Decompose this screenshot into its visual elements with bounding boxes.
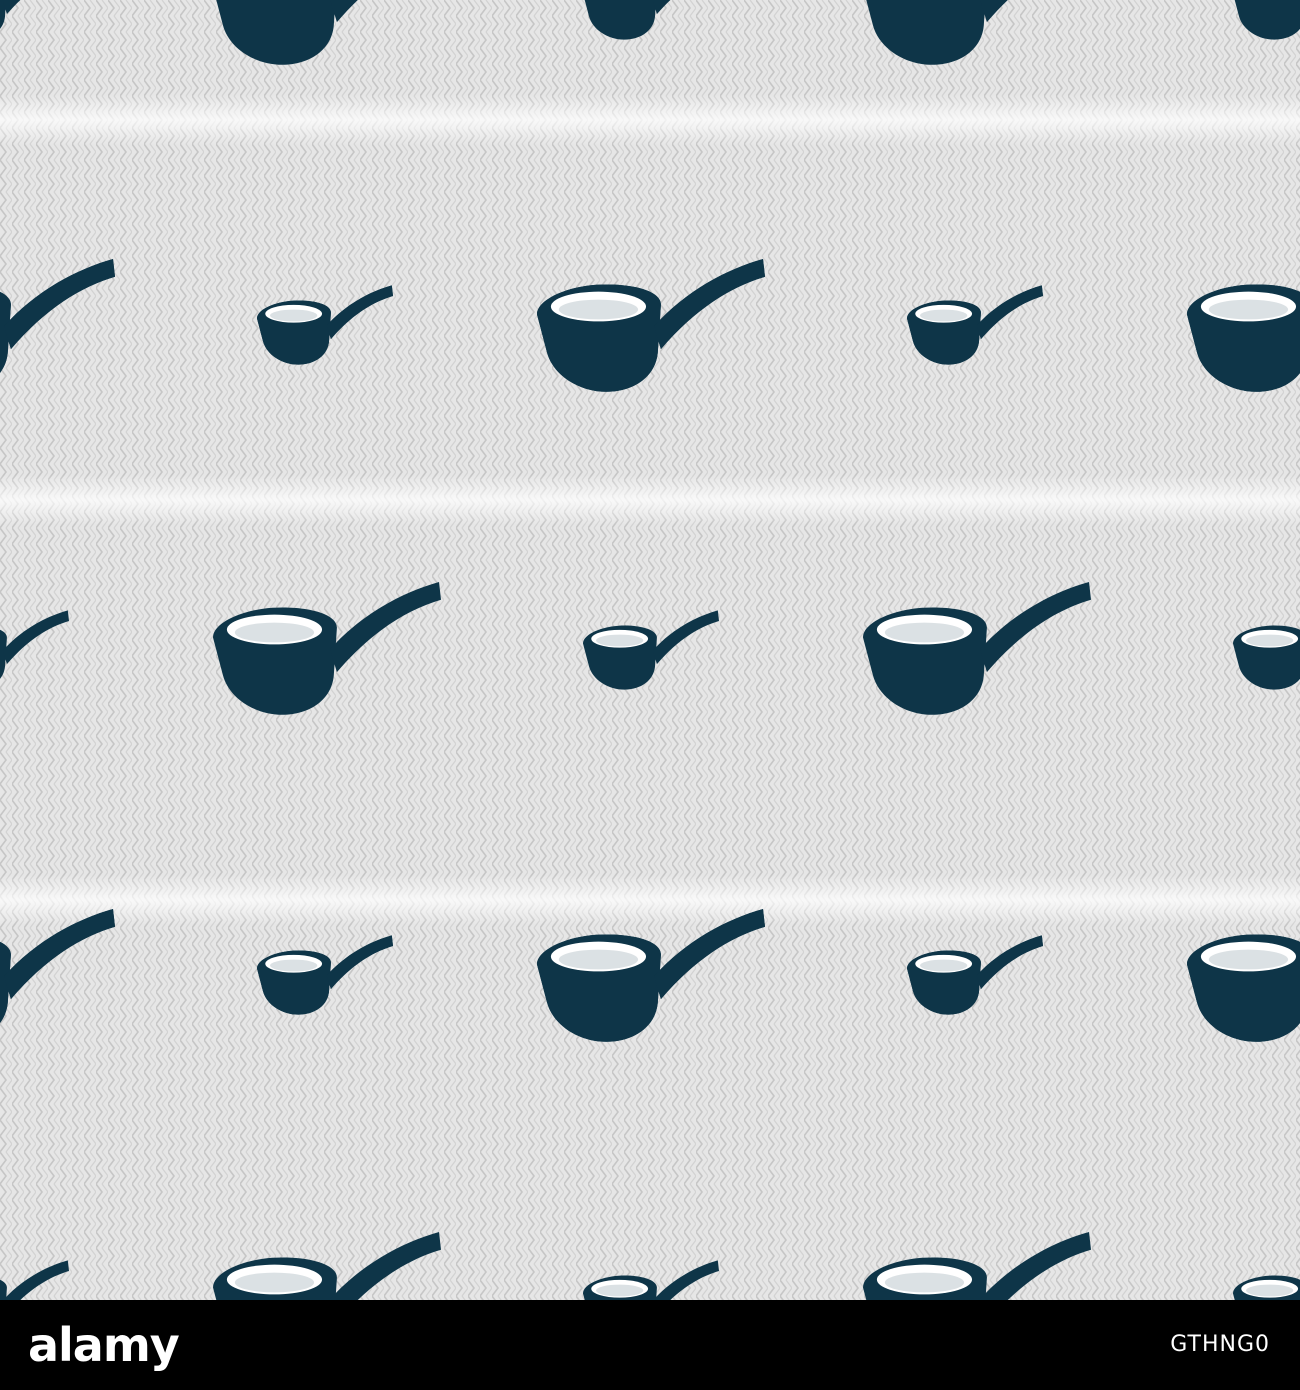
shine-band [0,475,650,525]
image-id: GTHNG0 [1170,1332,1270,1357]
shine-band [650,475,1300,525]
seamless-pattern [0,0,1300,1300]
footer-bar: alamy GTHNG0 [0,1300,1300,1390]
shine-band [0,95,650,145]
shine-band [650,95,1300,145]
alamy-logo: alamy [28,1318,180,1372]
